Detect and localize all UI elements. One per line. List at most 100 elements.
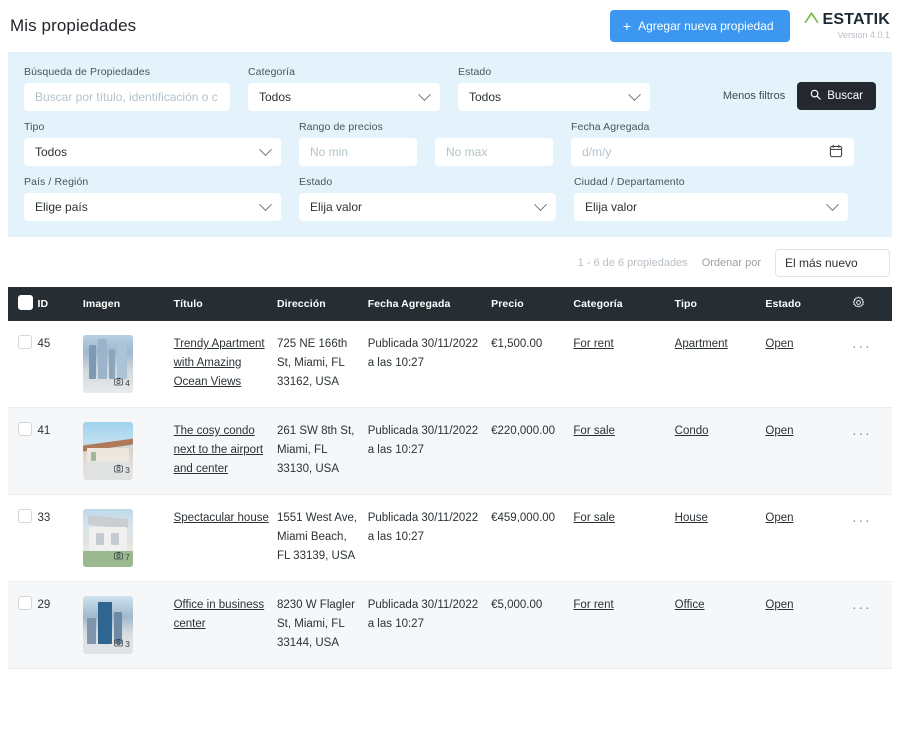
column-header-tipo[interactable]: Tipo (675, 287, 766, 321)
property-category-link[interactable]: For sale (573, 425, 615, 437)
row-title-cell: Spectacular house (174, 495, 277, 582)
gear-icon[interactable] (852, 296, 865, 312)
filter-date-group: Fecha Agregada d/m/y (571, 121, 854, 166)
city-select[interactable]: Elija valor (574, 193, 848, 221)
chevron-down-icon (418, 87, 431, 101)
row-checkbox[interactable] (18, 422, 32, 436)
property-category-link[interactable]: For rent (573, 338, 613, 350)
more-options-icon[interactable]: ··· (852, 512, 872, 529)
properties-table: ID Imagen Título Dirección Fecha Agregad… (8, 287, 892, 669)
filter-search-group: Búsqueda de Propiedades Buscar por títul… (24, 66, 230, 111)
search-button[interactable]: Buscar (797, 82, 876, 110)
row-select-cell (8, 408, 38, 495)
calendar-icon[interactable] (829, 144, 843, 161)
country-label: País / Región (24, 176, 89, 188)
state-select[interactable]: Elija valor (299, 193, 556, 221)
table-row[interactable]: 33 7 Spectacular house 1551 West Ave, Mi… (8, 495, 892, 582)
more-options-icon[interactable]: ··· (852, 599, 872, 616)
select-all-checkbox[interactable] (18, 295, 33, 310)
more-options-icon[interactable]: ··· (852, 338, 872, 355)
row-checkbox[interactable] (18, 596, 32, 610)
property-type-link[interactable]: Office (675, 599, 705, 611)
filter-row-1: Búsqueda de Propiedades Buscar por títul… (24, 66, 876, 111)
table-row[interactable]: 29 3 Office in business center 8230 W Fl… (8, 581, 892, 669)
select-all-cell (8, 287, 38, 321)
column-header-id[interactable]: ID (38, 287, 83, 321)
property-type-link[interactable]: House (675, 512, 708, 524)
photo-count: 4 (125, 377, 130, 388)
price-min-input[interactable]: No min (299, 138, 417, 166)
date-added-input[interactable]: d/m/y (571, 138, 854, 166)
row-checkbox[interactable] (18, 335, 32, 349)
sort-select[interactable]: El más nuevo (775, 249, 890, 277)
property-type-link[interactable]: Apartment (675, 338, 728, 350)
row-title-cell: Office in business center (174, 582, 277, 669)
row-price: €220,000.00 (491, 425, 556, 437)
property-status-link[interactable]: Open (765, 425, 793, 437)
price-max-input[interactable]: No max (435, 138, 553, 166)
brand-logo: ESTATIK Version 4.0.1 (804, 11, 892, 41)
column-header-fecha[interactable]: Fecha Agregada (368, 287, 491, 321)
column-header-estado[interactable]: Estado (765, 287, 852, 321)
property-status-link[interactable]: Open (765, 338, 793, 350)
row-type-cell: Office (675, 582, 766, 669)
price-range-label: Rango de precios (299, 121, 383, 133)
property-status-link[interactable]: Open (765, 599, 793, 611)
search-button-label: Buscar (827, 90, 863, 102)
type-select[interactable]: Todos (24, 138, 281, 166)
column-header-titulo[interactable]: Título (174, 287, 277, 321)
column-header-imagen[interactable]: Imagen (83, 287, 174, 321)
filter-state-group: Estado Elija valor (299, 176, 556, 221)
photo-count-badge: 7 (114, 550, 130, 564)
filter-price-group: Rango de precios No min No max (299, 121, 553, 166)
property-title-link[interactable]: Office in business center (174, 599, 265, 630)
country-select[interactable]: Elige país (24, 193, 281, 221)
column-settings-cell (852, 287, 892, 321)
row-title-cell: The cosy condo next to the airport and c… (174, 408, 277, 495)
page-title: Mis propiedades (10, 16, 137, 35)
toggle-filters-link[interactable]: Menos filtros (723, 90, 785, 102)
row-title-cell: Trendy Apartment with Amazing Ocean View… (174, 321, 277, 408)
property-thumbnail[interactable]: 7 (82, 509, 133, 567)
property-category-link[interactable]: For rent (573, 599, 613, 611)
column-header-categoria[interactable]: Categoría (573, 287, 674, 321)
category-value: Todos (259, 90, 292, 104)
row-checkbox[interactable] (18, 509, 32, 523)
row-actions-cell: ··· (852, 495, 892, 582)
top-bar: Mis propiedades + Agregar nueva propieda… (0, 0, 900, 52)
photo-count: 7 (125, 551, 130, 562)
property-status-link[interactable]: Open (765, 512, 793, 524)
property-category-link[interactable]: For sale (573, 512, 615, 524)
row-type-cell: Apartment (675, 321, 766, 408)
category-select[interactable]: Todos (248, 83, 440, 111)
status-select[interactable]: Todos (458, 83, 650, 111)
filter-city-group: Ciudad / Departamento Elija valor (574, 176, 848, 221)
property-thumbnail[interactable]: 3 (82, 596, 133, 654)
add-new-property-button[interactable]: + Agregar nueva propiedad (609, 10, 790, 42)
property-title-link[interactable]: Spectacular house (174, 512, 269, 524)
table-row[interactable]: 41 3 The cosy condo next to the airport … (8, 407, 892, 495)
search-input[interactable]: Buscar por título, identificación o c (24, 83, 230, 111)
row-category-cell: For sale (573, 495, 674, 582)
property-thumbnail[interactable]: 3 (82, 422, 133, 480)
filter-country-group: País / Región Elige país (24, 176, 281, 221)
column-header-direccion[interactable]: Dirección (277, 287, 368, 321)
city-value: Elija valor (585, 200, 638, 214)
property-thumbnail[interactable]: 4 (82, 335, 133, 393)
column-header-precio[interactable]: Precio (491, 287, 573, 321)
filter-status-group: Estado Todos (458, 66, 650, 111)
row-date: Publicada 30/11/2022 a las 10:27 (367, 338, 479, 369)
property-title-link[interactable]: Trendy Apartment with Amazing Ocean View… (174, 338, 265, 388)
add-new-property-label: Agregar nueva propiedad (638, 19, 774, 33)
camera-icon (114, 637, 124, 651)
date-added-label: Fecha Agregada (571, 121, 650, 133)
more-options-icon[interactable]: ··· (852, 425, 872, 442)
search-input-placeholder: Buscar por título, identificación o c (35, 90, 218, 104)
table-row[interactable]: 45 4 Trendy Apartment with Amazing Ocean… (8, 321, 892, 408)
status-value: Todos (469, 90, 502, 104)
row-id: 45 (37, 338, 51, 350)
sort-label: Ordenar por (701, 257, 761, 269)
property-title-link[interactable]: The cosy condo next to the airport and c… (174, 425, 264, 475)
search-label: Búsqueda de Propiedades (24, 66, 151, 78)
property-type-link[interactable]: Condo (675, 425, 709, 437)
